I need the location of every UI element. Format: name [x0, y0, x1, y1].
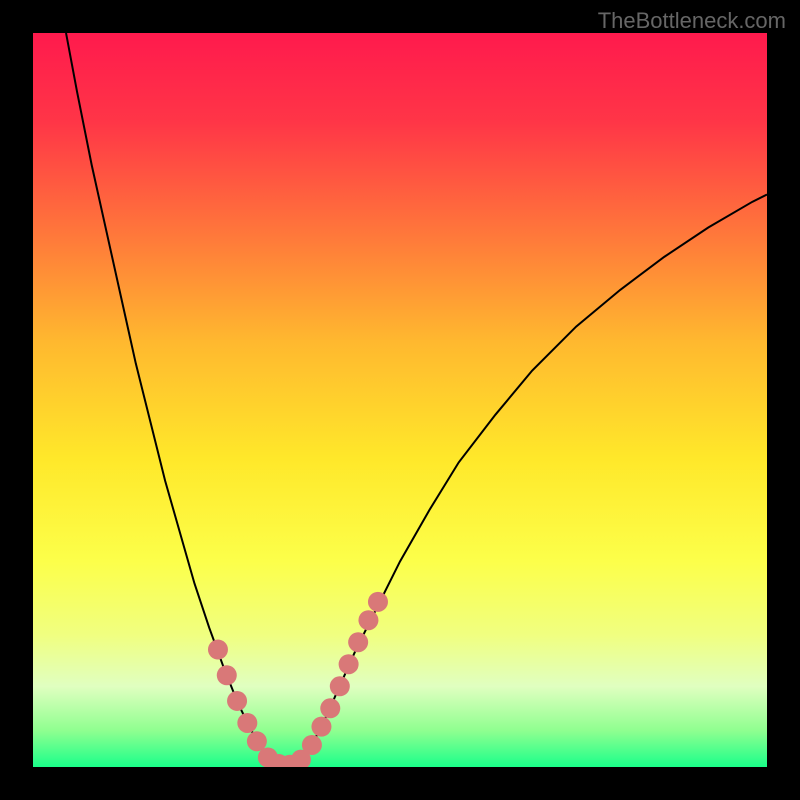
data-point [358, 610, 378, 630]
chart-container: TheBottleneck.com [0, 0, 800, 800]
data-point [302, 735, 322, 755]
data-point [237, 713, 257, 733]
data-point [330, 676, 350, 696]
data-point [348, 632, 368, 652]
data-point [311, 717, 331, 737]
data-point [208, 640, 228, 660]
data-point [227, 691, 247, 711]
data-points-group [208, 592, 388, 767]
data-point [217, 665, 237, 685]
data-point [320, 698, 340, 718]
watermark-text: TheBottleneck.com [598, 8, 786, 34]
data-point [368, 592, 388, 612]
points-layer [33, 33, 767, 767]
plot-area [33, 33, 767, 767]
data-point [339, 654, 359, 674]
